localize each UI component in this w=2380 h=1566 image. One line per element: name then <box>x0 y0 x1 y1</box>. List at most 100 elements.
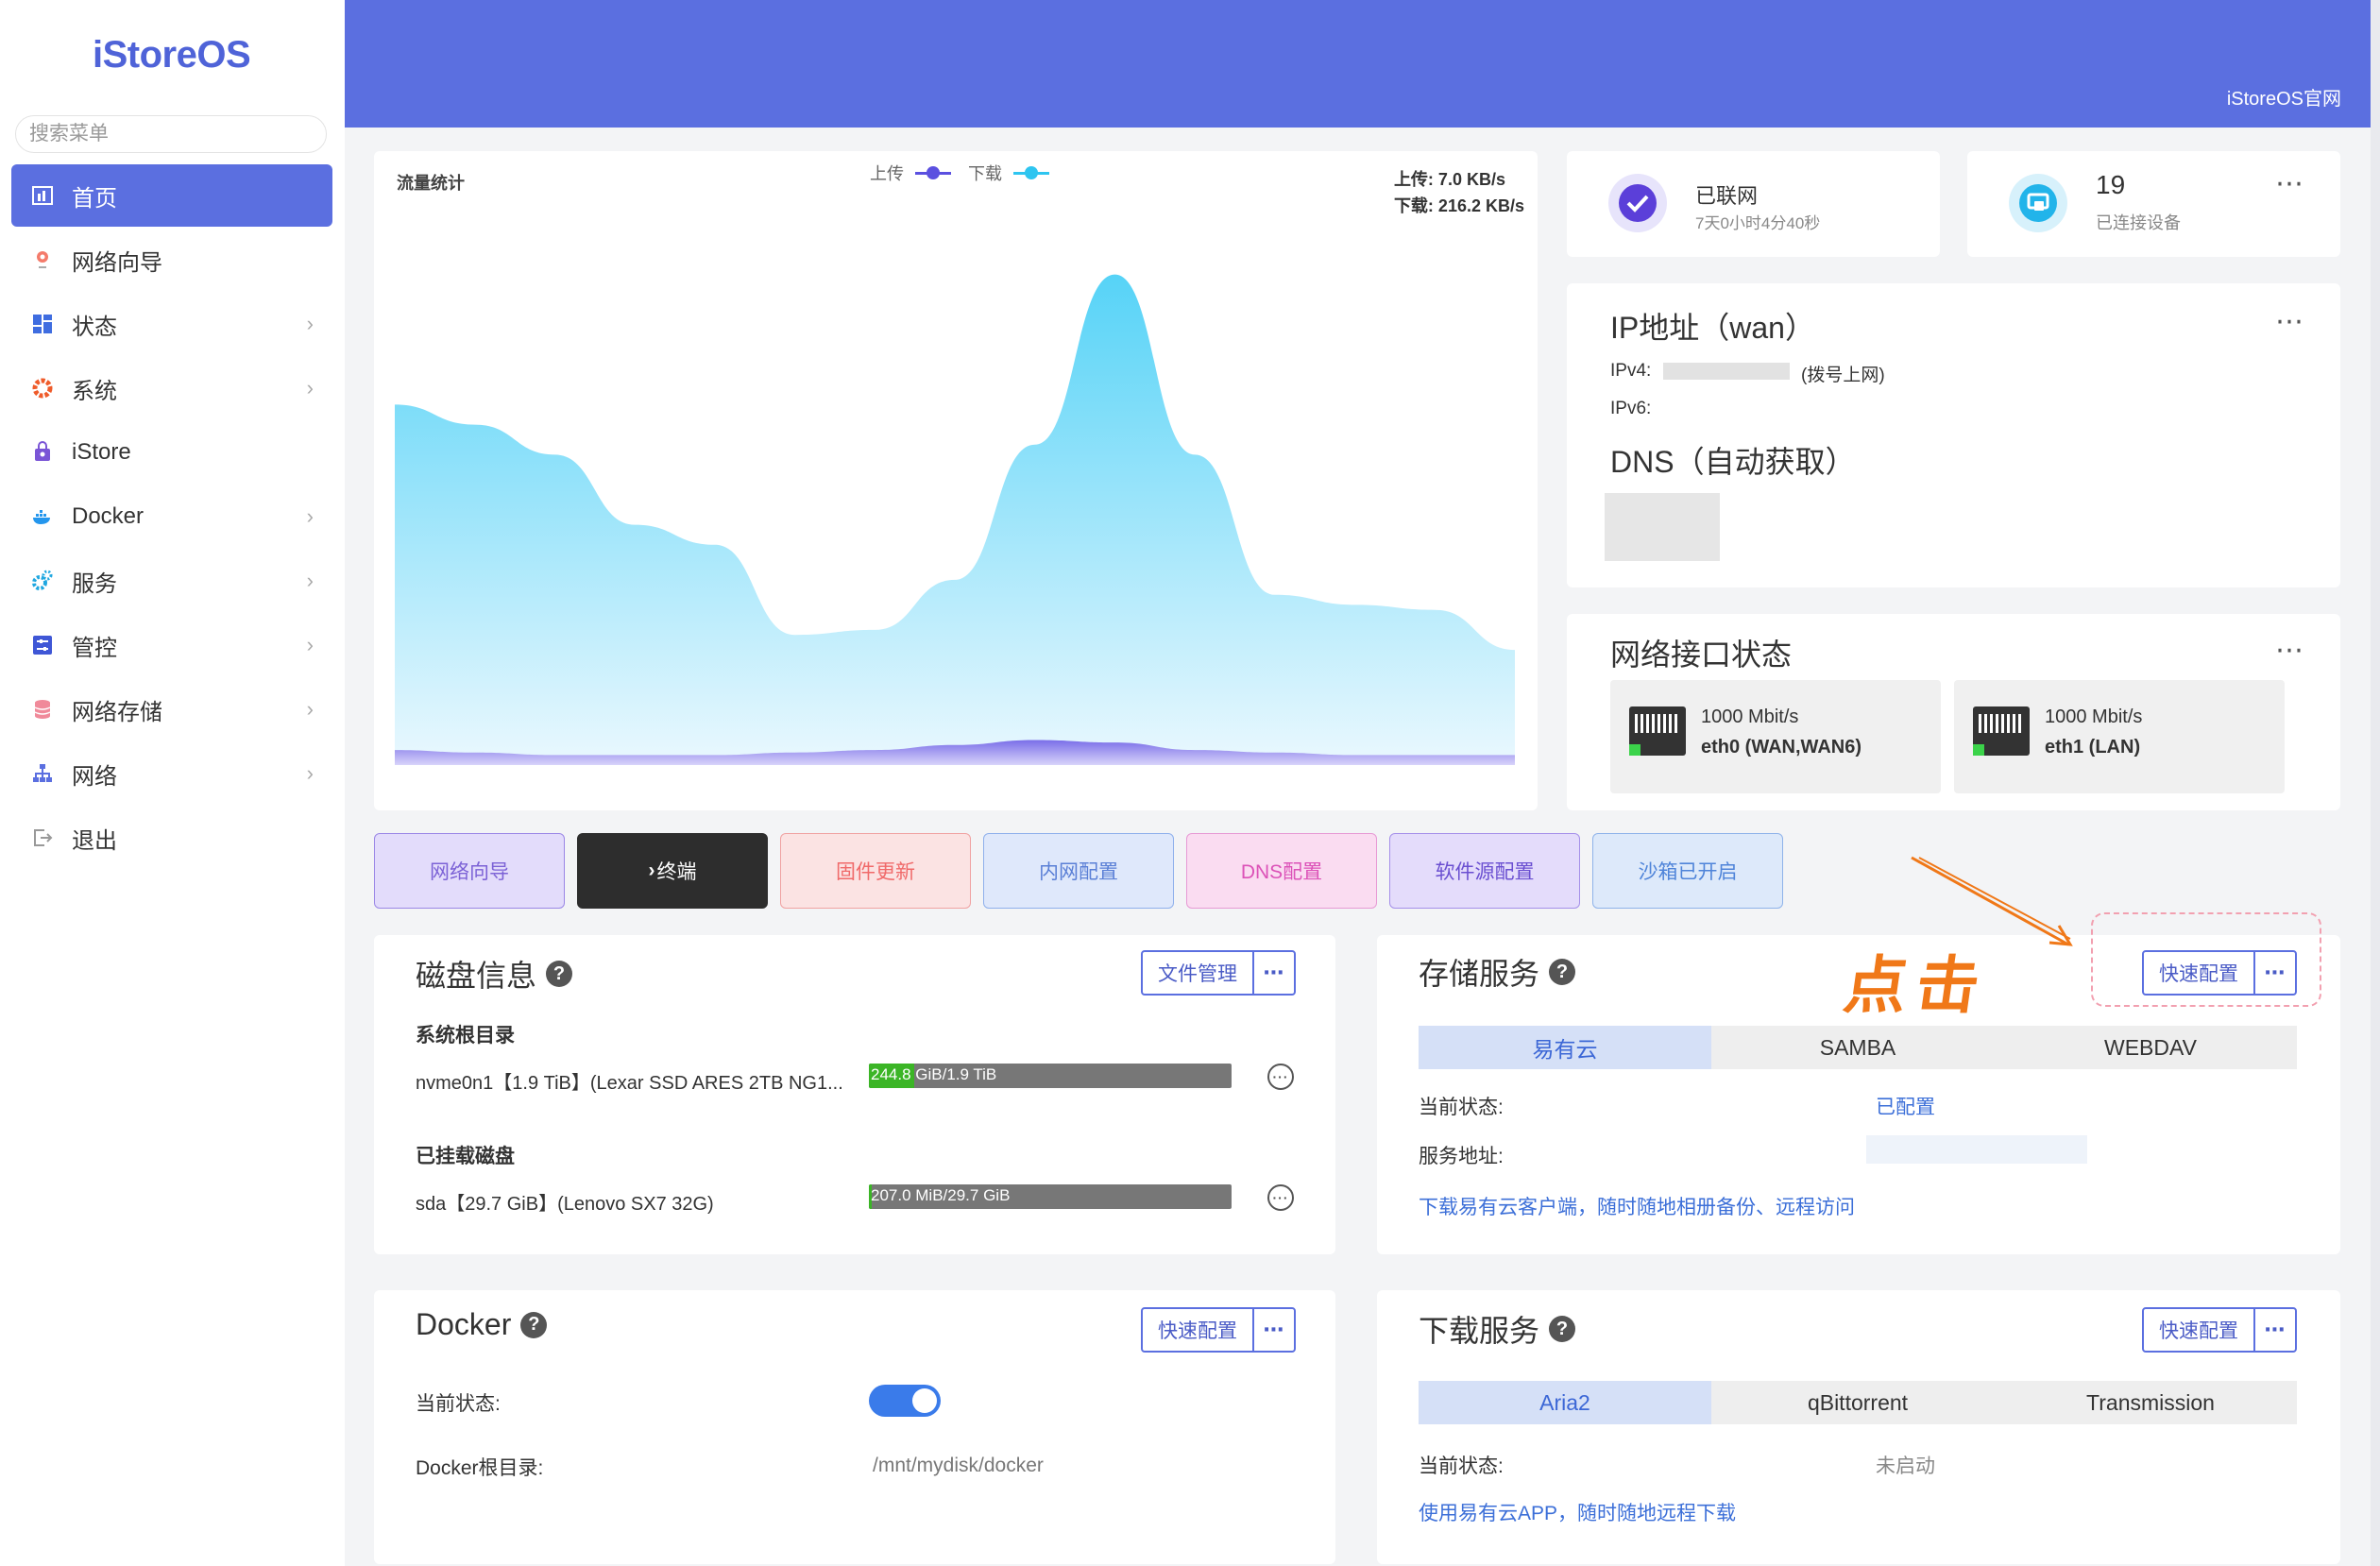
help-icon[interactable]: ? <box>1549 959 1576 985</box>
download-area <box>395 274 1515 766</box>
storage-status-label: 当前状态: <box>1419 1097 1504 1118</box>
tab-webdav[interactable]: WEBDAV <box>2004 1026 2297 1069</box>
sidebar-item-0[interactable]: 首页 <box>11 164 332 227</box>
sidebar-item-9[interactable]: 网络 › <box>11 742 332 805</box>
file-manager-button[interactable]: 文件管理 <box>1143 952 1254 994</box>
bag-icon <box>30 440 55 465</box>
connected-icon <box>1608 174 1667 232</box>
chevron-right-icon: › <box>306 569 314 592</box>
more-icon[interactable]: ⋯ <box>2275 170 2304 198</box>
interfaces-title: 网络接口状态 <box>1610 638 1793 672</box>
sidebar-item-label: 系统 <box>72 378 117 404</box>
sidebar-item-label: 退出 <box>72 827 117 854</box>
interface-eth1[interactable]: 1000 Mbit/s eth1 (LAN) <box>1954 680 2285 793</box>
sidebar-item-1[interactable]: 网络向导 <box>11 229 332 291</box>
root-usage-text: 244.8 GiB/1.9 TiB <box>871 1065 997 1083</box>
chevron-right-icon: › <box>306 504 314 528</box>
help-icon[interactable]: ? <box>1549 1316 1576 1342</box>
quick-config-button[interactable]: 快速配置 <box>2144 952 2255 994</box>
sidebar-item-2[interactable]: 状态 › <box>11 293 332 355</box>
download-speed: 下载: 216.2 KB/s <box>1393 196 1524 215</box>
storage-quick-config-group: 快速配置 ⋯ <box>2142 950 2297 996</box>
traffic-card: 流量统计 上传 下载 上传: 7.0 KB/s 下载: 216.2 KB/s <box>374 151 1538 810</box>
quick-button-4[interactable]: DNS配置 <box>1186 833 1377 909</box>
device-label: 已连接设备 <box>2096 213 2181 232</box>
more-circle-icon[interactable]: ··· <box>1267 1064 1294 1090</box>
quick-button-label: DNS配置 <box>1240 861 1323 883</box>
chevron-right-icon: › <box>306 376 314 400</box>
quick-button-6[interactable]: 沙箱已开启 <box>1592 833 1783 909</box>
more-icon[interactable]: ⋯ <box>1254 1309 1294 1351</box>
chart-icon <box>30 183 55 208</box>
disk-title: 磁盘信息 <box>416 959 537 993</box>
help-icon[interactable]: ? <box>520 1311 548 1338</box>
tab-transmission[interactable]: Transmission <box>2004 1381 2297 1424</box>
dns-redacted <box>1605 493 1720 561</box>
quick-button-2[interactable]: 固件更新 <box>780 833 971 909</box>
sidebar-item-6[interactable]: 服务 › <box>11 550 332 612</box>
more-circle-icon[interactable]: ··· <box>1267 1184 1294 1211</box>
scrollbar[interactable] <box>2371 0 2380 1566</box>
storage-title-wrap: 存储服务 ? <box>1419 950 1576 994</box>
more-icon[interactable]: ⋯ <box>2255 1309 2295 1351</box>
storage-download-link[interactable]: 下载易有云客户端，随时随地相册备份、远程访问 <box>1419 1192 1855 1220</box>
sidebar-item-5[interactable]: Docker › <box>11 485 332 548</box>
download-card: 下载服务 ? 快速配置 ⋯ Aria2 qBittorrent Transmis… <box>1377 1290 2340 1564</box>
sidebar-item-8[interactable]: 网络存储 › <box>11 678 332 740</box>
upload-speed: 上传: 7.0 KB/s <box>1393 170 1505 189</box>
traffic-chart <box>395 274 1515 766</box>
tab-yiyouyun[interactable]: 易有云 <box>1419 1026 1711 1069</box>
docker-toggle[interactable] <box>869 1385 941 1417</box>
more-icon[interactable]: ⋯ <box>2255 952 2295 994</box>
quick-button-label: 终端 <box>656 861 697 883</box>
service-address-label: 服务地址: <box>1419 1146 1504 1167</box>
interface-eth0[interactable]: 1000 Mbit/s eth0 (WAN,WAN6) <box>1610 680 1941 793</box>
download-app-link[interactable]: 使用易有云APP，随时随地远程下载 <box>1419 1498 1736 1526</box>
file-manager-group: 文件管理 ⋯ <box>1141 950 1296 996</box>
disk-title-wrap: 磁盘信息 ? <box>416 952 573 996</box>
tab-samba[interactable]: SAMBA <box>1711 1026 2004 1069</box>
quick-button-1[interactable]: › 终端 <box>577 833 768 909</box>
sidebar-item-10[interactable]: 退出 <box>11 807 332 869</box>
mounted-disk-title: 已挂载磁盘 <box>416 1146 515 1167</box>
root-dir-title: 系统根目录 <box>416 1025 515 1047</box>
docker-root-label: Docker根目录: <box>416 1457 544 1479</box>
sidebar-item-3[interactable]: 系统 › <box>11 357 332 419</box>
quick-button-3[interactable]: 内网配置 <box>983 833 1174 909</box>
dns-title: DNS（自动获取） <box>1610 445 1856 479</box>
quick-config-button[interactable]: 快速配置 <box>1143 1309 1254 1351</box>
quick-action-row: 网络向导 › 终端 固件更新 内网配置 DNS配置 软件源配置 沙箱已开启 <box>374 833 1783 909</box>
docker-quick-config-group: 快速配置 ⋯ <box>1141 1307 1296 1353</box>
sidebar-item-label: 网络向导 <box>72 249 162 276</box>
docker-title: Docker <box>416 1307 512 1341</box>
more-icon[interactable]: ⋯ <box>1254 952 1294 994</box>
mounted-usage-bar: 207.0 MiB/29.7 GiB <box>869 1184 1232 1209</box>
tab-aria2[interactable]: Aria2 <box>1419 1381 1711 1424</box>
network-icon <box>30 761 55 786</box>
docker-status-label: 当前状态: <box>416 1393 501 1415</box>
download-quick-config-group: 快速配置 ⋯ <box>2142 1307 2297 1353</box>
cogs-icon <box>30 569 55 593</box>
official-site-link[interactable]: iStoreOS官网 <box>2227 83 2341 111</box>
storage-tabs: 易有云 SAMBA WEBDAV <box>1419 1026 2297 1069</box>
sidebar-item-7[interactable]: 管控 › <box>11 614 332 676</box>
docker-icon <box>30 504 55 529</box>
interface-name: eth1 (LAN) <box>2045 737 2141 757</box>
header-bar: iStoreOS官网 <box>345 0 2380 128</box>
more-icon[interactable]: ⋯ <box>2275 637 2304 665</box>
speed-readout: 上传: 7.0 KB/s 下载: 216.2 KB/s <box>1394 166 1524 219</box>
more-icon[interactable]: ⋯ <box>2275 308 2304 336</box>
quick-button-5[interactable]: 软件源配置 <box>1389 833 1580 909</box>
sliders-icon <box>30 633 55 657</box>
quick-button-0[interactable]: 网络向导 <box>374 833 565 909</box>
tab-qbittorrent[interactable]: qBittorrent <box>1711 1381 2004 1424</box>
mounted-usage-text: 207.0 MiB/29.7 GiB <box>871 1186 1011 1204</box>
ip-card: IP地址（wan） ⋯ IPv4: (拨号上网) IPv6: DNS（自动获取） <box>1567 283 2340 587</box>
search-input[interactable]: 搜索菜单 <box>15 115 327 153</box>
sidebar-item-4[interactable]: iStore <box>11 421 332 484</box>
quick-config-button[interactable]: 快速配置 <box>2144 1309 2255 1351</box>
help-icon[interactable]: ? <box>546 961 573 987</box>
sidebar-item-label: 状态 <box>72 314 117 340</box>
root-usage-bar: 244.8 GiB/1.9 TiB <box>869 1064 1232 1088</box>
download-status-value: 未启动 <box>1876 1455 1935 1477</box>
